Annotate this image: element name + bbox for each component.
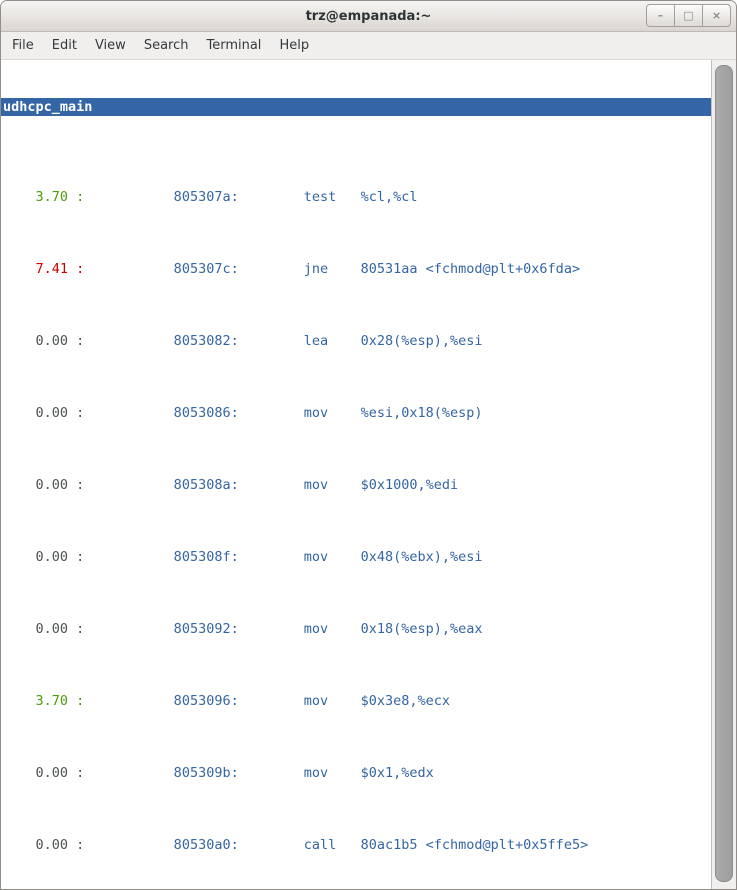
window-title: trz@empanada:~ xyxy=(306,9,432,24)
asm-line: 3.70 : 805307a: test %cl,%cl xyxy=(1,188,711,206)
percent-value: 3.70 : xyxy=(3,189,84,205)
percent-value: 3.70 : xyxy=(3,693,84,709)
asm-code: 8053096: mov $0x3e8,%ecx xyxy=(84,693,450,709)
percent-value: 0.00 : xyxy=(3,621,84,637)
asm-line: 0.00 : 805308a: mov $0x1000,%edi xyxy=(1,476,711,494)
percent-value: 0.00 : xyxy=(3,765,84,781)
menu-search[interactable]: Search xyxy=(135,34,198,57)
minimize-icon: – xyxy=(658,10,664,21)
menu-edit[interactable]: Edit xyxy=(43,34,86,57)
maximize-button[interactable]: □ xyxy=(674,4,703,27)
percent-value: 0.00 : xyxy=(3,405,84,421)
terminal-window: trz@empanada:~ – □ × File Edit View Sear… xyxy=(0,0,737,890)
asm-code: 805307c: jne 80531aa <fchmod@plt+0x6fda> xyxy=(84,261,580,277)
asm-line: 7.41 : 805307c: jne 80531aa <fchmod@plt+… xyxy=(1,260,711,278)
asm-code: 805309b: mov $0x1,%edx xyxy=(84,765,434,781)
asm-line: 0.00 : 8053092: mov 0x18(%esp),%eax xyxy=(1,620,711,638)
asm-code: 80530a0: call 80ac1b5 <fchmod@plt+0x5ffe… xyxy=(84,837,588,853)
asm-line: 0.00 : 80530a0: call 80ac1b5 <fchmod@plt… xyxy=(1,836,711,854)
asm-line: 0.00 : 8053086: mov %esi,0x18(%esp) xyxy=(1,404,711,422)
asm-line: 0.00 : 8053082: lea 0x28(%esp),%esi xyxy=(1,332,711,350)
percent-value: 0.00 : xyxy=(3,333,84,349)
terminal-screen[interactable]: udhcpc_main 3.70 : 805307a: test %cl,%cl… xyxy=(1,60,711,890)
maximize-icon: □ xyxy=(683,10,693,21)
asm-code: 805307a: test %cl,%cl xyxy=(84,189,417,205)
asm-code: 8053086: mov %esi,0x18(%esp) xyxy=(84,405,482,421)
asm-line: 3.70 : 8053096: mov $0x3e8,%ecx xyxy=(1,692,711,710)
menubar: File Edit View Search Terminal Help xyxy=(1,32,736,60)
symbol-header: udhcpc_main xyxy=(1,98,711,116)
asm-line: 0.00 : 805309b: mov $0x1,%edx xyxy=(1,764,711,782)
percent-value: 0.00 : xyxy=(3,477,84,493)
menu-view[interactable]: View xyxy=(86,34,135,57)
close-icon: × xyxy=(712,10,721,21)
percent-value: 7.41 : xyxy=(3,261,84,277)
terminal-area: udhcpc_main 3.70 : 805307a: test %cl,%cl… xyxy=(1,60,736,890)
asm-code: 805308a: mov $0x1000,%edi xyxy=(84,477,458,493)
asm-code: 8053082: lea 0x28(%esp),%esi xyxy=(84,333,482,349)
percent-value: 0.00 : xyxy=(3,549,84,565)
titlebar[interactable]: trz@empanada:~ – □ × xyxy=(1,1,736,32)
menu-file[interactable]: File xyxy=(3,34,43,57)
asm-code: 8053092: mov 0x18(%esp),%eax xyxy=(84,621,482,637)
scrollbar-thumb[interactable] xyxy=(715,65,733,882)
asm-code: 805308f: mov 0x48(%ebx),%esi xyxy=(84,549,482,565)
menu-help[interactable]: Help xyxy=(270,34,318,57)
minimize-button[interactable]: – xyxy=(646,4,675,27)
asm-line: 0.00 : 805308f: mov 0x48(%ebx),%esi xyxy=(1,548,711,566)
window-controls: – □ × xyxy=(646,4,731,27)
close-button[interactable]: × xyxy=(702,4,731,27)
asm-listing: 3.70 : 805307a: test %cl,%cl 7.41 : 8053… xyxy=(1,152,711,890)
percent-value: 0.00 : xyxy=(3,837,84,853)
scrollbar[interactable] xyxy=(711,60,736,890)
menu-terminal[interactable]: Terminal xyxy=(197,34,270,57)
